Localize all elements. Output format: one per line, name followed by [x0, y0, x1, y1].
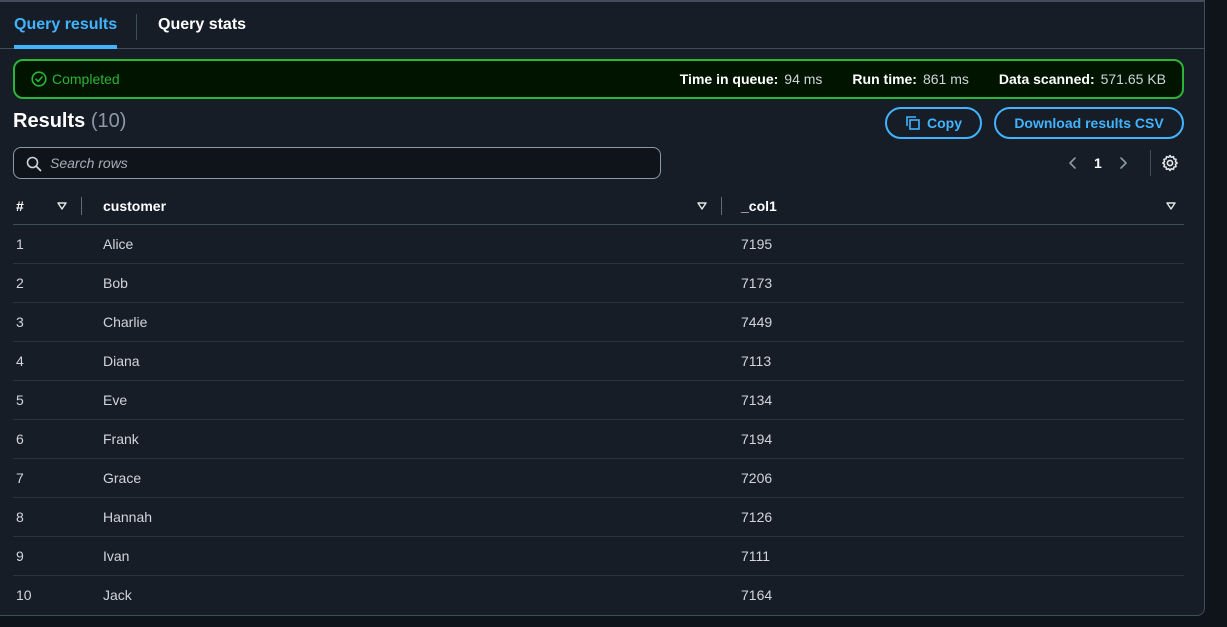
check-circle-icon	[31, 71, 47, 87]
row-index: 3	[13, 302, 103, 342]
search-icon	[26, 156, 42, 172]
column-header-customer-label: customer	[103, 197, 167, 214]
sort-down-icon[interactable]	[697, 201, 707, 211]
gear-icon[interactable]	[1161, 154, 1179, 172]
time-in-queue: Time in queue: 94 ms	[680, 71, 823, 87]
search-input[interactable]	[50, 148, 650, 178]
data-scanned: Data scanned: 571.65 KB	[999, 71, 1166, 87]
copy-button[interactable]: Copy	[885, 107, 982, 139]
column-header-index[interactable]: #	[13, 188, 103, 225]
table-row[interactable]: 3 Charlie 7449	[13, 302, 1184, 342]
col1-cell: 7173	[741, 263, 1184, 303]
row-index: 5	[13, 380, 103, 420]
copy-button-label: Copy	[927, 115, 962, 131]
download-csv-label: Download results CSV	[1014, 115, 1164, 131]
customer-cell: Grace	[103, 458, 741, 498]
col1-cell: 7194	[741, 419, 1184, 459]
row-index: 1	[13, 224, 103, 264]
data-scanned-value: 571.65 KB	[1100, 71, 1166, 87]
download-csv-button[interactable]: Download results CSV	[994, 107, 1184, 139]
table-row[interactable]: 10 Jack 7164	[13, 575, 1184, 614]
column-header-col1-label: _col1	[741, 197, 777, 214]
column-header-customer[interactable]: customer	[103, 188, 741, 225]
customer-cell: Bob	[103, 263, 741, 303]
query-panel: Query results Query stats Completed Time…	[0, 0, 1205, 616]
row-index: 10	[16, 586, 32, 603]
data-scanned-label: Data scanned:	[998, 71, 1095, 87]
row-index: 9	[13, 536, 103, 576]
customer-cell: Frank	[103, 419, 741, 459]
sort-down-icon[interactable]	[1166, 201, 1176, 211]
chevron-left-icon[interactable]	[1066, 155, 1080, 171]
col1-cell: 7126	[741, 497, 1184, 537]
chevron-right-icon[interactable]	[1116, 155, 1130, 171]
time-in-queue-label: Time in queue:	[679, 71, 779, 87]
time-in-queue-value: 94 ms	[784, 71, 823, 87]
status-indicator: Completed	[31, 61, 120, 97]
results-heading: Results (10)	[13, 110, 126, 133]
column-resizer[interactable]	[81, 197, 82, 215]
results-count: (10)	[90, 110, 127, 132]
row-index: 4	[13, 341, 103, 381]
sort-down-icon[interactable]	[57, 201, 67, 211]
col1-cell: 7449	[741, 302, 1184, 342]
results-table: # customer _col1 1 Alice 7195 2 Bob 7173 3 Ch…	[13, 188, 1184, 614]
col1-cell: 7134	[741, 380, 1184, 420]
customer-cell: Jack	[103, 586, 132, 603]
run-time-value: 861 ms	[922, 71, 969, 87]
run-time-label: Run time:	[852, 71, 917, 87]
results-title: Results	[13, 110, 86, 132]
tab-query-stats[interactable]: Query stats	[158, 2, 246, 48]
pager-divider	[1150, 150, 1151, 176]
status-label: Completed	[52, 71, 120, 87]
table-row[interactable]: 8 Hannah 7126	[13, 497, 1184, 537]
col1-cell: 7206	[741, 458, 1184, 498]
table-row[interactable]: 1 Alice 7195	[13, 224, 1184, 264]
table-header-row: # customer _col1	[13, 188, 1184, 225]
customer-cell: Diana	[103, 341, 741, 381]
column-resizer[interactable]	[721, 197, 722, 215]
col1-cell: 7195	[741, 224, 1184, 264]
tab-divider	[136, 14, 137, 40]
customer-cell: Ivan	[103, 536, 741, 576]
table-row[interactable]: 5 Eve 7134	[13, 380, 1184, 420]
customer-cell: Hannah	[103, 497, 741, 537]
table-row[interactable]: 7 Grace 7206	[13, 458, 1184, 498]
table-row[interactable]: 6 Frank 7194	[13, 419, 1184, 459]
table-row[interactable]: 2 Bob 7173	[13, 263, 1184, 303]
row-index: 7	[13, 458, 103, 498]
customer-cell: Eve	[103, 380, 741, 420]
col1-cell: 7111	[741, 536, 1184, 576]
table-row[interactable]: 4 Diana 7113	[13, 341, 1184, 381]
column-header-col1[interactable]: _col1	[741, 188, 1184, 225]
column-header-index-label: #	[16, 197, 24, 214]
tab-query-results[interactable]: Query results	[14, 2, 118, 49]
query-stats-summary: Time in queue: 94 ms Run time: 861 ms Data…	[650, 61, 1166, 97]
search-box	[13, 147, 661, 179]
page-number-1[interactable]: 1	[1094, 155, 1102, 171]
pagination: 1	[1066, 152, 1130, 174]
row-index: 6	[13, 419, 103, 459]
customer-cell: Charlie	[103, 302, 741, 342]
status-bar: Completed Time in queue: 94 ms Run time: 8…	[13, 59, 1184, 99]
col1-cell: 7113	[741, 341, 1184, 381]
table-row[interactable]: 9 Ivan 7111	[13, 536, 1184, 576]
row-index: 8	[13, 497, 103, 537]
run-time: Run time: 861 ms	[852, 71, 968, 87]
customer-cell: Alice	[103, 224, 741, 264]
col1-cell: 7164	[741, 586, 773, 603]
copy-icon	[906, 116, 920, 130]
row-index: 2	[13, 263, 103, 303]
tab-bar: Query results Query stats	[0, 2, 1204, 49]
